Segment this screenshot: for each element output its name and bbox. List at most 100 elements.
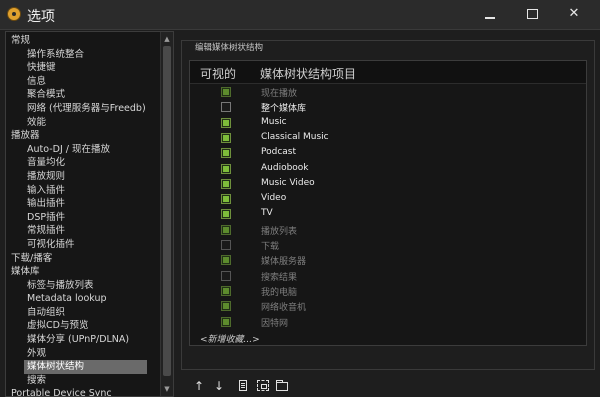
app-logo-icon <box>7 7 21 21</box>
list-row[interactable]: Video <box>190 192 586 207</box>
maximize-button[interactable] <box>524 6 540 22</box>
document-icon <box>239 380 247 391</box>
visible-checkbox[interactable] <box>221 240 231 250</box>
tree-category[interactable]: Portable Device Sync <box>6 387 160 396</box>
list-row[interactable]: Music Video <box>190 177 586 192</box>
row-label: Podcast <box>261 147 297 158</box>
visible-checkbox[interactable] <box>221 102 231 113</box>
tree-item[interactable]: 虚拟CD与预览 <box>6 319 160 333</box>
visible-checkbox[interactable] <box>221 285 231 296</box>
folder-icon <box>276 380 288 391</box>
row-label: 搜索结果 <box>261 272 298 283</box>
list-row[interactable]: 搜索结果 <box>190 269 586 284</box>
row-label: 我的电脑 <box>261 287 298 298</box>
minimize-icon <box>485 17 495 19</box>
group-title: 编辑媒体树状结构 <box>193 41 266 53</box>
close-button[interactable]: ✕ <box>566 6 582 22</box>
visible-checkbox[interactable] <box>221 117 231 128</box>
list-row[interactable]: 下载 <box>190 238 586 253</box>
visible-checkbox[interactable] <box>221 132 231 143</box>
list-row[interactable]: 我的电脑 <box>190 284 586 299</box>
visible-checkbox[interactable] <box>221 148 231 159</box>
tree-item[interactable]: 标签与播放列表 <box>6 279 160 293</box>
tree-category[interactable]: 下载/播客 <box>6 252 160 266</box>
tree-item[interactable]: 快捷键 <box>6 61 160 75</box>
window-title: 选项 <box>27 9 55 25</box>
tree-item[interactable]: Metadata lookup <box>6 292 160 306</box>
row-label: Classical Music <box>261 131 329 142</box>
tree-item[interactable]: 搜索 <box>6 374 160 388</box>
list-header: 可视的 媒体树状结构项目 <box>190 61 586 84</box>
list-row[interactable]: 播放列表 <box>190 223 586 238</box>
visible-checkbox[interactable] <box>221 178 231 189</box>
list-row[interactable]: Music <box>190 116 586 131</box>
move-up-button[interactable]: ↑ <box>193 380 205 392</box>
tree-item[interactable]: 输出插件 <box>6 197 160 211</box>
minimize-button[interactable] <box>482 6 498 22</box>
list-row[interactable]: 因特网 <box>190 315 586 330</box>
row-label: 媒体服务器 <box>261 257 307 268</box>
tree-item[interactable]: 外观 <box>6 347 160 361</box>
tree-item[interactable]: 网络 (代理服务器与Freedb) <box>6 102 160 116</box>
tree-item[interactable]: 信息 <box>6 75 160 89</box>
options-tree-panel: 常规 操作系统整合 快捷键 信息 聚合模式 网络 (代理服务器与Freedb) 效能 播放器 A… <box>5 31 174 397</box>
row-label: 网络收音机 <box>261 303 307 314</box>
visible-checkbox[interactable] <box>221 255 231 266</box>
list-row[interactable]: 网络收音机 <box>190 299 586 314</box>
row-label: Audiobook <box>261 162 309 173</box>
tree-item[interactable]: 聚合模式 <box>6 88 160 102</box>
tree-category[interactable]: 常规 <box>6 34 160 48</box>
row-label: 因特网 <box>261 318 289 329</box>
tree-item[interactable]: 常规插件 <box>6 224 160 238</box>
list-row[interactable]: 现在播放 <box>190 85 586 100</box>
tree-item[interactable]: 自动组织 <box>6 306 160 320</box>
tree-item[interactable]: DSP插件 <box>6 211 160 225</box>
list-row[interactable]: 媒体服务器 <box>190 253 586 268</box>
scrollbar-thumb[interactable] <box>163 46 171 376</box>
scan-icon <box>257 380 269 391</box>
tree-category[interactable]: 播放器 <box>6 129 160 143</box>
tree-item[interactable]: 操作系统整合 <box>6 48 160 62</box>
column-header-visible[interactable]: 可视的 <box>200 65 236 82</box>
list-row[interactable]: Audiobook <box>190 162 586 177</box>
list-row[interactable]: TV <box>190 207 586 222</box>
scan-button[interactable] <box>257 380 269 392</box>
visible-checkbox[interactable] <box>221 224 231 235</box>
tree-item[interactable]: 输入插件 <box>6 184 160 198</box>
close-icon: ✕ <box>568 6 580 21</box>
document-button[interactable] <box>237 380 249 392</box>
tree-item[interactable]: 媒体树状结构 <box>24 360 147 374</box>
options-tree: 常规 操作系统整合 快捷键 信息 聚合模式 网络 (代理服务器与Freedb) 效能 播放器 A… <box>6 34 160 396</box>
scroll-up-arrow-icon[interactable]: ▲ <box>161 33 173 45</box>
row-label: 整个媒体库 <box>261 104 307 115</box>
visible-checkbox[interactable] <box>221 316 231 327</box>
tree-item[interactable]: 音量均化 <box>6 156 160 170</box>
scroll-down-arrow-icon[interactable]: ▼ <box>161 383 173 395</box>
list-row[interactable]: Podcast <box>190 146 586 161</box>
tree-scrollbar[interactable]: ▲ ▼ <box>160 32 173 396</box>
tree-item[interactable]: 媒体分享 (UPnP/DLNA) <box>6 333 160 347</box>
tree-item[interactable]: 可视化插件 <box>6 238 160 252</box>
visible-checkbox[interactable] <box>221 209 231 220</box>
visible-checkbox[interactable] <box>221 301 231 312</box>
visible-checkbox[interactable] <box>221 163 231 174</box>
tree-item[interactable]: 效能 <box>6 116 160 130</box>
visible-checkbox[interactable] <box>221 270 231 281</box>
maximize-icon <box>526 9 538 19</box>
media-tree-node-list: 可视的 媒体树状结构项目 现在播放整个媒体库 Music Classical Mus… <box>189 60 587 346</box>
visible-checkbox[interactable] <box>221 194 231 205</box>
row-label: TV <box>261 208 273 219</box>
new-collection-link[interactable]: <新增收藏...> <box>200 332 260 345</box>
column-header-node[interactable]: 媒体树状结构项目 <box>260 65 356 82</box>
tree-category[interactable]: 媒体库 <box>6 265 160 279</box>
row-label: 现在播放 <box>261 89 298 99</box>
move-down-button[interactable]: ↓ <box>213 380 225 392</box>
folder-button[interactable] <box>276 380 288 392</box>
tree-item[interactable]: Auto-DJ / 现在播放 <box>6 143 160 157</box>
visible-checkbox[interactable] <box>221 87 231 97</box>
title-bar: 选项 ✕ <box>0 0 600 30</box>
row-label: Music <box>261 116 287 127</box>
list-row[interactable]: 整个媒体库 <box>190 100 586 115</box>
list-row[interactable]: Classical Music <box>190 131 586 146</box>
tree-item[interactable]: 播放规则 <box>6 170 160 184</box>
